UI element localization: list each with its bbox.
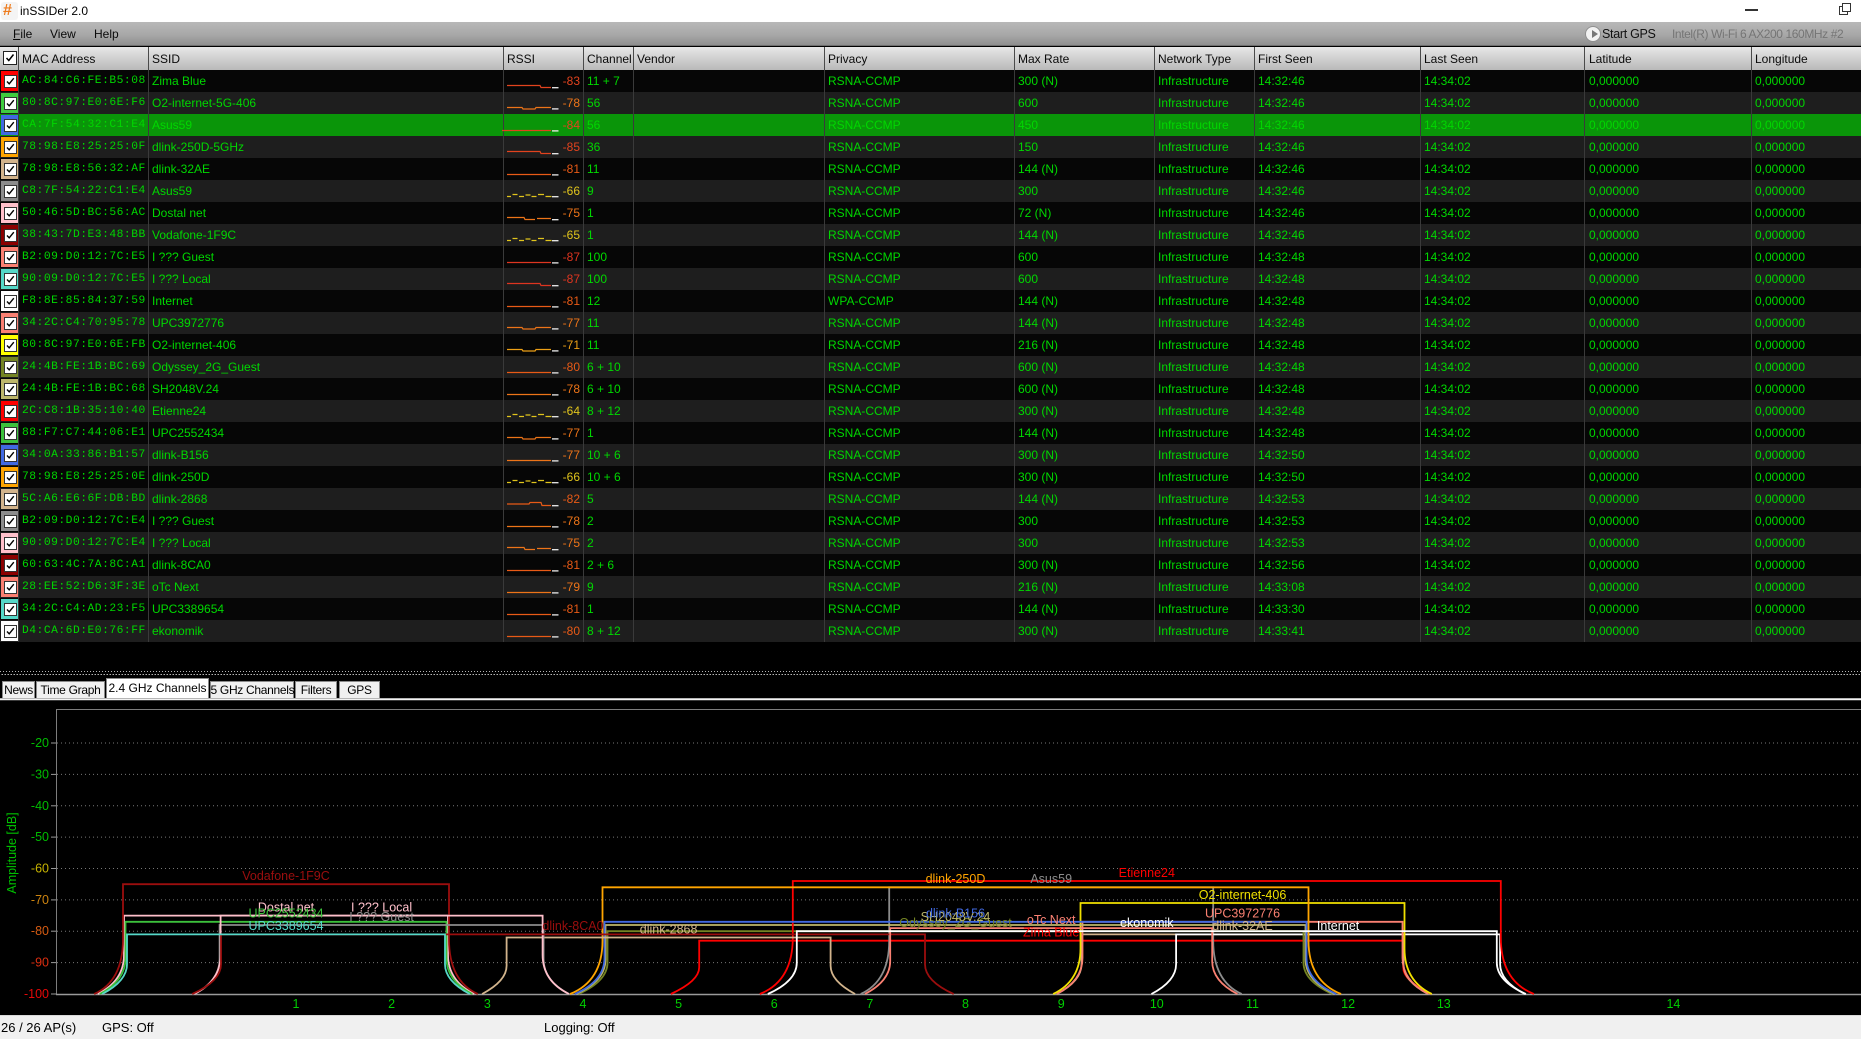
svg-text:8: 8	[962, 997, 969, 1011]
svg-text:dlink-250D: dlink-250D	[926, 872, 986, 886]
svg-text:Vodafone-1F9C: Vodafone-1F9C	[242, 869, 330, 883]
svg-text:-60: -60	[31, 862, 49, 876]
svg-text:10: 10	[1150, 997, 1164, 1011]
svg-text:UPC3389654: UPC3389654	[248, 919, 323, 933]
svg-text:-40: -40	[31, 799, 49, 813]
svg-text:4: 4	[580, 997, 587, 1011]
svg-text:ekonomik: ekonomik	[1120, 916, 1174, 930]
svg-text:6: 6	[771, 997, 778, 1011]
svg-text:dlink-32AE: dlink-32AE	[1212, 919, 1272, 933]
svg-text:dlink-B156: dlink-B156	[926, 907, 985, 921]
svg-text:2: 2	[388, 997, 395, 1011]
svg-text:Amplitude [dB]: Amplitude [dB]	[5, 812, 19, 893]
svg-text:7: 7	[866, 997, 873, 1011]
svg-text:-50: -50	[31, 830, 49, 844]
svg-text:1: 1	[293, 997, 300, 1011]
svg-text:-100: -100	[24, 987, 49, 1001]
svg-text:-80: -80	[31, 924, 49, 938]
svg-text:-30: -30	[31, 767, 49, 781]
svg-text:-70: -70	[31, 893, 49, 907]
svg-text:O2-internet-406: O2-internet-406	[1199, 888, 1287, 902]
svg-text:oTc Next: oTc Next	[1027, 913, 1076, 927]
svg-text:-20: -20	[31, 736, 49, 750]
svg-text:5: 5	[675, 997, 682, 1011]
svg-text:-90: -90	[31, 956, 49, 970]
svg-text:13: 13	[1437, 997, 1451, 1011]
svg-text:dlink-2868: dlink-2868	[640, 922, 698, 936]
svg-text:Etienne24: Etienne24	[1119, 866, 1175, 880]
svg-text:dlink-8CA0: dlink-8CA0	[542, 919, 603, 933]
svg-text:12: 12	[1341, 997, 1355, 1011]
svg-text:3: 3	[484, 997, 491, 1011]
svg-text:Zima Blue: Zima Blue	[1023, 926, 1079, 940]
svg-text:Asus59: Asus59	[1030, 872, 1072, 886]
svg-text:UPC3972776: UPC3972776	[1205, 907, 1280, 921]
svg-text:9: 9	[1058, 997, 1065, 1011]
svg-text:I ??? Local: I ??? Local	[351, 900, 412, 914]
svg-text:11: 11	[1246, 997, 1259, 1011]
svg-text:14: 14	[1666, 997, 1680, 1011]
svg-text:Internet: Internet	[1317, 919, 1360, 933]
